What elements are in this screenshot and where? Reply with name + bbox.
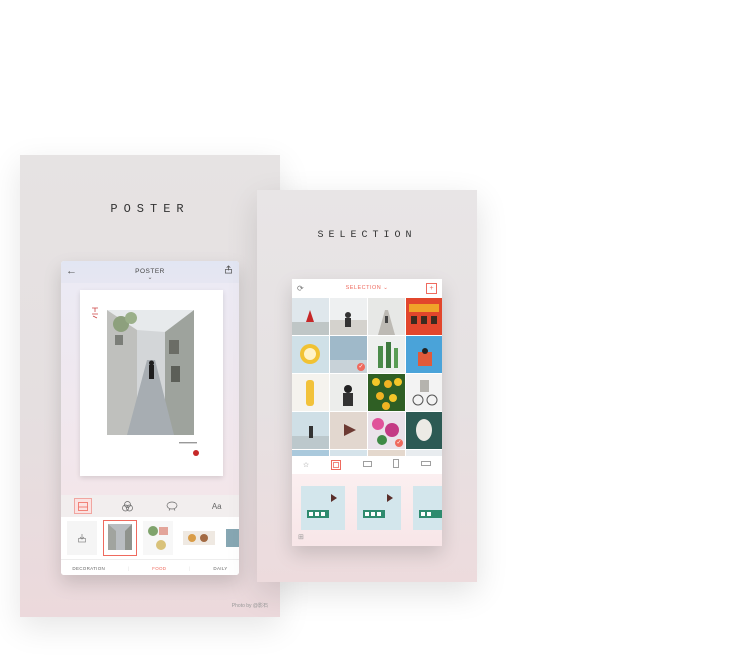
- wide-frame-button[interactable]: [421, 461, 431, 468]
- selection-title-text: SELECTION: [345, 285, 382, 291]
- selected-photo-thumbnail[interactable]: [301, 486, 345, 530]
- portrait-frame-button[interactable]: [393, 459, 400, 470]
- selection-card-title: SELECTION: [317, 230, 417, 241]
- tab-daily[interactable]: DAILY: [213, 566, 227, 571]
- text-icon: Aa: [211, 501, 222, 511]
- poster-canvas-area: [61, 283, 239, 495]
- photo-thumbnail[interactable]: ✓: [330, 336, 367, 373]
- photo-thumbnail[interactable]: [406, 374, 442, 411]
- check-icon: ✓: [357, 363, 365, 371]
- category-tabs: DECORATION | FOOD | DAILY: [61, 559, 239, 575]
- poster-caption: [179, 441, 199, 446]
- template-thumbnail[interactable]: [180, 521, 218, 555]
- poster-phone-screen: ← POSTER ⌄ Aa DECORATION | FOOD | DAILY: [61, 261, 239, 575]
- square-frame-button[interactable]: [330, 459, 341, 470]
- text-tool-button[interactable]: Aa: [208, 498, 226, 514]
- wide-icon: [421, 461, 431, 466]
- poster-card: POSTER ← POSTER ⌄ Aa DECORATION | FOOD |…: [20, 155, 280, 617]
- landscape-icon: [362, 460, 372, 467]
- tab-food[interactable]: FOOD: [152, 566, 166, 571]
- sticker-icon: [166, 501, 178, 511]
- filters-icon: [122, 500, 134, 511]
- photo-thumbnail[interactable]: [368, 374, 405, 411]
- square-icon: [332, 461, 339, 468]
- layout-tool-button[interactable]: [74, 498, 93, 514]
- sticker-tool-button[interactable]: [163, 498, 181, 514]
- photo-thumbnail[interactable]: ✓: [368, 412, 405, 449]
- selection-screen-title[interactable]: SELECTION ⌄: [292, 285, 442, 291]
- photo-grid: ✓ ✓: [292, 298, 442, 468]
- template-thumbnail[interactable]: [103, 520, 137, 556]
- star-icon[interactable]: ☆: [303, 461, 309, 469]
- template-thumbnail[interactable]: [143, 521, 173, 555]
- landscape-frame-button[interactable]: [362, 460, 372, 469]
- photo-thumbnail[interactable]: [292, 374, 329, 411]
- photo-thumbnail[interactable]: [330, 374, 367, 411]
- download-template-button[interactable]: [67, 521, 97, 555]
- collage-layout-icon[interactable]: ⊞: [298, 533, 304, 541]
- photo-thumbnail[interactable]: [292, 298, 329, 335]
- selected-photo-thumbnail[interactable]: [357, 486, 401, 530]
- poster-paper[interactable]: [80, 290, 223, 476]
- photo-thumbnail[interactable]: [330, 298, 367, 335]
- poster-toolbar: Aa: [61, 495, 239, 517]
- selection-phone-screen: ⟳ SELECTION ⌄ + ✓ ✓ ☆ ⊞: [292, 279, 442, 546]
- selected-photo-strip: ⊞: [292, 474, 442, 546]
- poster-red-stamp: [193, 450, 199, 456]
- chevron-down-icon[interactable]: ⌄: [61, 274, 239, 281]
- chevron-down-icon: ⌄: [383, 285, 389, 291]
- photo-thumbnail[interactable]: [406, 298, 442, 335]
- photo-thumbnail[interactable]: [368, 336, 405, 373]
- photo-thumbnail[interactable]: [292, 412, 329, 449]
- photo-thumbnail[interactable]: [330, 412, 367, 449]
- photo-thumbnail[interactable]: [406, 336, 442, 373]
- portrait-icon: [393, 459, 400, 468]
- poster-red-ornament: [90, 306, 100, 321]
- poster-card-title: POSTER: [110, 202, 190, 216]
- download-icon: [78, 534, 86, 543]
- template-strip: [61, 517, 239, 559]
- selection-card: SELECTION ⟳ SELECTION ⌄ + ✓ ✓ ☆ ⊞: [257, 190, 477, 582]
- selection-topbar: ⟳ SELECTION ⌄ +: [292, 279, 442, 298]
- layout-icon: [78, 501, 89, 511]
- check-icon: ✓: [395, 439, 403, 447]
- photo-thumbnail[interactable]: [368, 298, 405, 335]
- photo-thumbnail[interactable]: [292, 336, 329, 373]
- tab-divider: |: [127, 565, 130, 571]
- poster-topbar: ← POSTER ⌄: [61, 261, 239, 283]
- share-icon[interactable]: [224, 265, 233, 274]
- tab-divider: |: [189, 565, 191, 571]
- poster-photo[interactable]: [107, 310, 194, 435]
- filter-tool-button[interactable]: [119, 498, 137, 514]
- tab-decoration[interactable]: DECORATION: [72, 566, 105, 571]
- photo-credit: Photo by @影石: [231, 603, 268, 609]
- selected-photo-thumbnail[interactable]: [413, 486, 442, 530]
- add-photo-button[interactable]: +: [426, 283, 437, 294]
- template-thumbnail[interactable]: [224, 521, 239, 555]
- photo-thumbnail[interactable]: [406, 412, 442, 449]
- frame-shape-bar: ☆: [292, 456, 442, 473]
